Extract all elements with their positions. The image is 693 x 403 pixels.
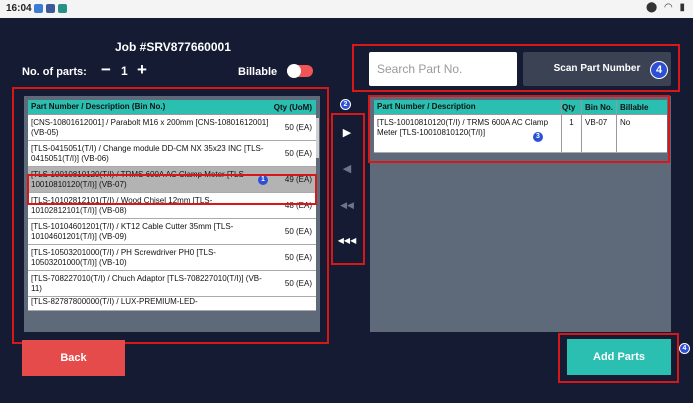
annotation-box-left-table xyxy=(12,87,329,344)
annotation-box-add-parts xyxy=(558,333,679,383)
parts-count-label: No. of parts: xyxy=(22,66,87,78)
annotation-box-selected-row xyxy=(27,174,317,205)
toggle-knob xyxy=(287,64,301,78)
annotation-badge-4-bottom: 4 xyxy=(679,343,690,354)
annotation-badge-2: 2 xyxy=(340,99,351,110)
app-icon-blue xyxy=(34,4,43,13)
location-icon: ⬤ xyxy=(645,2,660,13)
annotation-badge-4-top: 4 xyxy=(650,61,668,79)
decrease-parts-button[interactable]: − xyxy=(101,61,111,79)
status-bar: 16:04 ⬤ ◠ ▮ xyxy=(0,0,693,18)
app-icon-teal xyxy=(58,4,67,13)
job-title: Job #SRV877660001 xyxy=(115,40,231,54)
back-button-label: Back xyxy=(60,352,87,364)
status-time: 16:04 xyxy=(6,3,32,14)
battery-icon: ▮ xyxy=(679,2,687,13)
annotation-box-right-table xyxy=(368,95,670,163)
billable-toggle[interactable] xyxy=(287,64,313,78)
status-right-icons: ⬤ ◠ ▮ xyxy=(646,2,687,13)
wifi-icon: ◠ xyxy=(663,2,675,13)
billable-label: Billable xyxy=(238,66,278,78)
annotation-box-move-buttons xyxy=(331,113,365,265)
facebook-icon xyxy=(46,4,55,13)
increase-parts-button[interactable]: + xyxy=(137,61,147,79)
annotation-box-search xyxy=(352,44,680,92)
back-button[interactable]: Back xyxy=(22,340,125,376)
parts-count-value: 1 xyxy=(121,64,128,78)
